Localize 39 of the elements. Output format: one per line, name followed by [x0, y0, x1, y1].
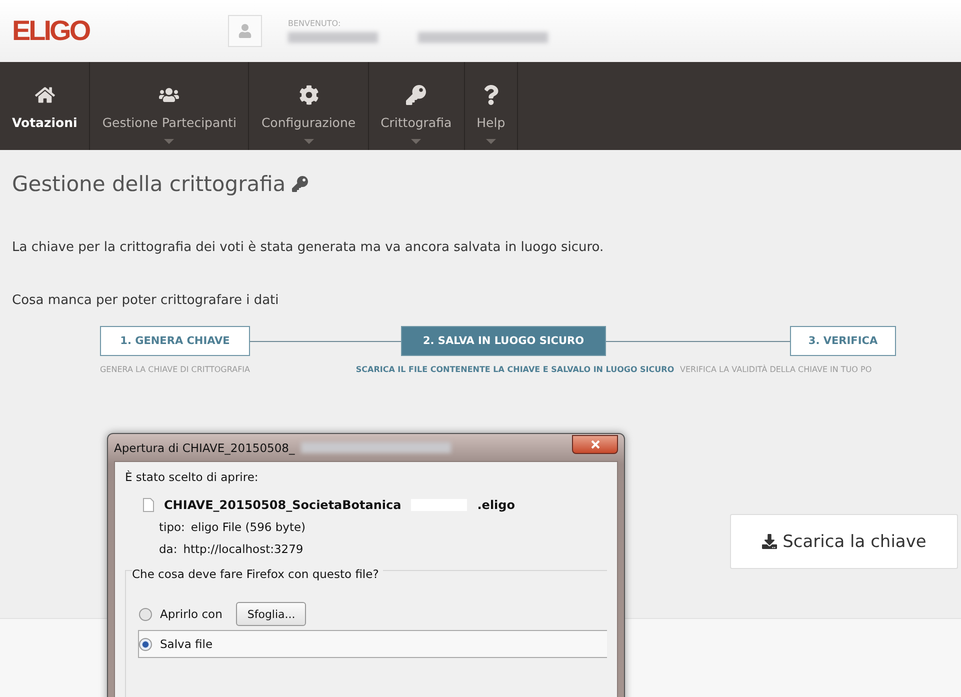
file-icon: [143, 498, 154, 512]
steps-heading: Cosa manca per poter crittografare i dati: [12, 293, 280, 308]
gear-icon: [298, 82, 318, 106]
radio-button[interactable]: [139, 638, 152, 650]
source-url: http://localhost:3279: [183, 542, 304, 556]
download-icon: [762, 534, 777, 549]
file-type: eligo File (596 byte): [190, 520, 306, 534]
file-name: CHIAVE_20150508_SocietaBotanica: [164, 498, 402, 512]
nav-item[interactable]: Help: [464, 62, 518, 150]
welcome-label: BENVENUTO:: [288, 19, 342, 28]
step-box: 2. SALVA IN LUOGO SICURO: [401, 326, 606, 356]
logo: ELIGO: [12, 15, 91, 47]
dialog-intro: È stato scelto di aprire:: [125, 470, 260, 484]
nav-item[interactable]: Configurazione: [249, 62, 369, 150]
key-icon: [406, 82, 426, 106]
type-label: tipo:: [159, 520, 185, 534]
close-button[interactable]: [572, 435, 618, 454]
step-description: VERIFICA LA VALIDITÀ DELLA CHIAVE IN TUO PO: [680, 364, 872, 376]
radio-button[interactable]: [139, 608, 152, 620]
status-message: La chiave per la crittografia dei voti è stata generata ma va ancora salvata in luogo sicuro.: [12, 240, 605, 255]
close-icon: [590, 440, 600, 449]
page-title: Gestione della crittografia: [12, 172, 286, 196]
action-question: Che cosa deve fare Firefox con questo file?: [132, 567, 383, 581]
file-extension: .eligo: [477, 498, 516, 512]
browse-button[interactable]: Sfoglia...: [236, 602, 306, 626]
key-icon: [292, 176, 308, 192]
source-label: da:: [159, 542, 178, 556]
step-box: 1. GENERA CHIAVE: [100, 326, 250, 356]
download-button[interactable]: Scarica la chiave: [730, 514, 958, 569]
step-description: SCARICA IL FILE CONTENENTE LA CHIAVE E SALVALO IN LUOGO SICURO: [354, 364, 676, 376]
nav-item[interactable]: Crittografia: [368, 62, 465, 150]
step-box: 3. VERIFICA: [790, 326, 896, 356]
nav-item[interactable]: Gestione Partecipanti: [90, 62, 250, 150]
nav-item[interactable]: Votazioni: [0, 62, 90, 150]
option-label: Salva file: [160, 637, 213, 651]
avatar-icon: [228, 15, 262, 47]
dialog-title: Apertura di CHIAVE_20150508_: [114, 440, 295, 454]
step-description: GENERA LA CHIAVE DI CRITTOGRAFIA: [98, 364, 252, 376]
option-label: Aprirlo con: [160, 607, 222, 621]
